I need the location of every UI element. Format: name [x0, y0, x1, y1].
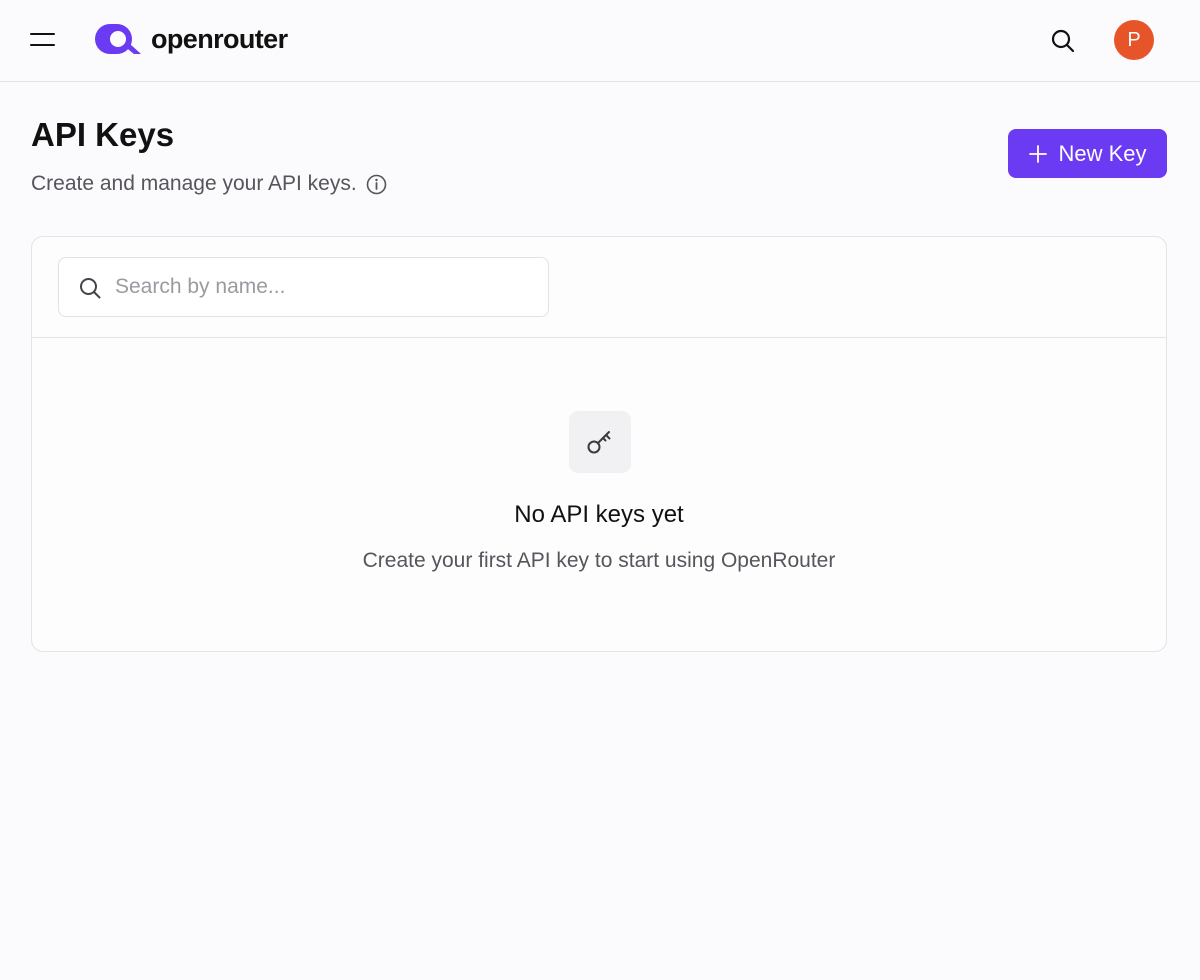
card-toolbar — [32, 237, 1166, 338]
avatar-initial: P — [1127, 28, 1141, 51]
plus-icon — [1029, 144, 1048, 163]
search-field[interactable] — [58, 257, 549, 317]
hamburger-menu-icon[interactable] — [30, 30, 56, 50]
user-avatar[interactable]: P — [1114, 20, 1154, 60]
empty-state-message: Create your first API key to start using… — [362, 549, 836, 572]
openrouter-logo-icon — [95, 24, 141, 54]
search-icon — [80, 278, 101, 299]
info-icon[interactable] — [366, 174, 387, 195]
new-key-label: New Key — [1058, 140, 1147, 166]
search-icon[interactable] — [1048, 26, 1078, 56]
brand-name: openrouter — [151, 23, 288, 54]
new-key-button[interactable]: New Key — [1008, 129, 1167, 178]
page-title: API Keys — [31, 116, 175, 153]
empty-state-icon-box — [569, 411, 631, 473]
subtitle-text: Create and manage your API keys. — [31, 172, 357, 195]
api-keys-card: No API keys yet Create your first API ke… — [31, 236, 1167, 652]
top-navigation-bar: openrouter P — [0, 0, 1200, 82]
page-subtitle: Create and manage your API keys. — [31, 172, 387, 196]
search-input[interactable] — [115, 258, 535, 316]
key-icon — [587, 431, 611, 454]
empty-state-title: No API keys yet — [514, 501, 684, 528]
brand-logo-link[interactable]: openrouter — [94, 22, 288, 56]
